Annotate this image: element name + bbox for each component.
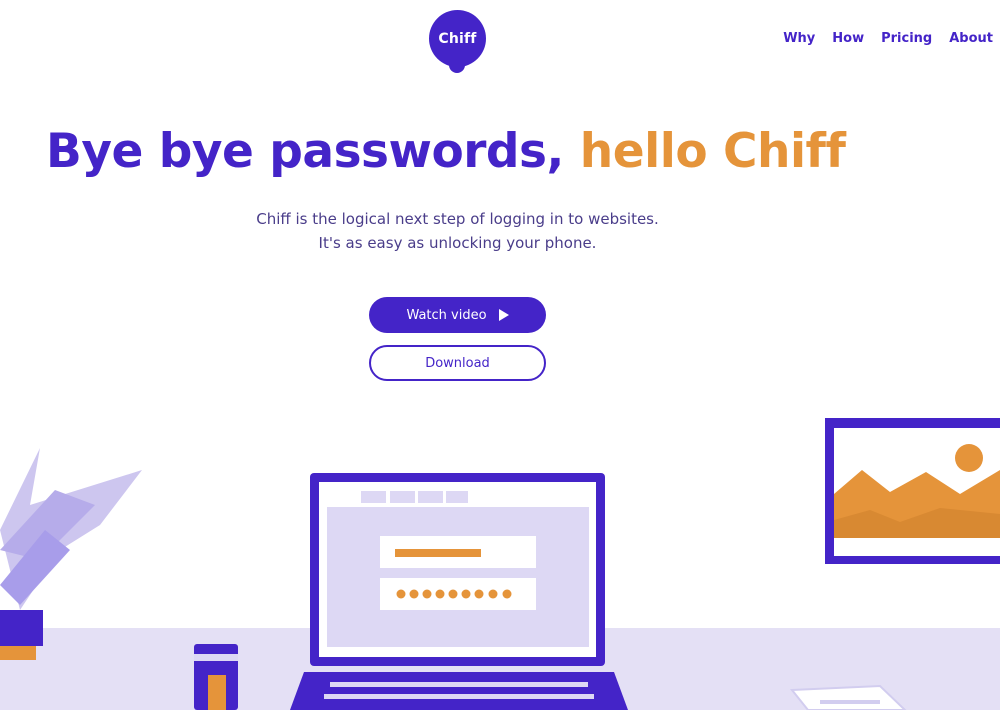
desk-illustration (0, 418, 1000, 710)
nav-link-how[interactable]: How (832, 31, 864, 46)
nav-link-pricing[interactable]: Pricing (881, 31, 932, 46)
picture-frame-icon (825, 418, 1000, 564)
play-icon (498, 309, 509, 321)
download-label: Download (425, 355, 490, 371)
laptop-icon (290, 473, 628, 710)
hero-headline: Bye bye passwords, hello Chiff (46, 124, 846, 180)
logo-tail-shape (449, 60, 465, 73)
main-nav: Why How Pricing About (783, 31, 993, 46)
cup-icon (194, 644, 238, 710)
subtitle-line-2: It's as easy as unlocking your phone. (318, 234, 597, 252)
download-button[interactable]: Download (369, 345, 546, 381)
logo-text: Chiff (438, 30, 477, 47)
chiff-logo[interactable]: Chiff (429, 10, 486, 67)
headline-part-2: hello Chiff (579, 124, 846, 179)
headline-part-1: Bye bye passwords, (46, 124, 564, 179)
nav-link-why[interactable]: Why (783, 31, 815, 46)
hero-subtitle: Chiff is the logical next step of loggin… (0, 207, 915, 255)
subtitle-line-1: Chiff is the logical next step of loggin… (256, 210, 659, 228)
watch-video-label: Watch video (406, 307, 487, 323)
watch-video-button[interactable]: Watch video (369, 297, 546, 333)
nav-link-about[interactable]: About (949, 31, 993, 46)
